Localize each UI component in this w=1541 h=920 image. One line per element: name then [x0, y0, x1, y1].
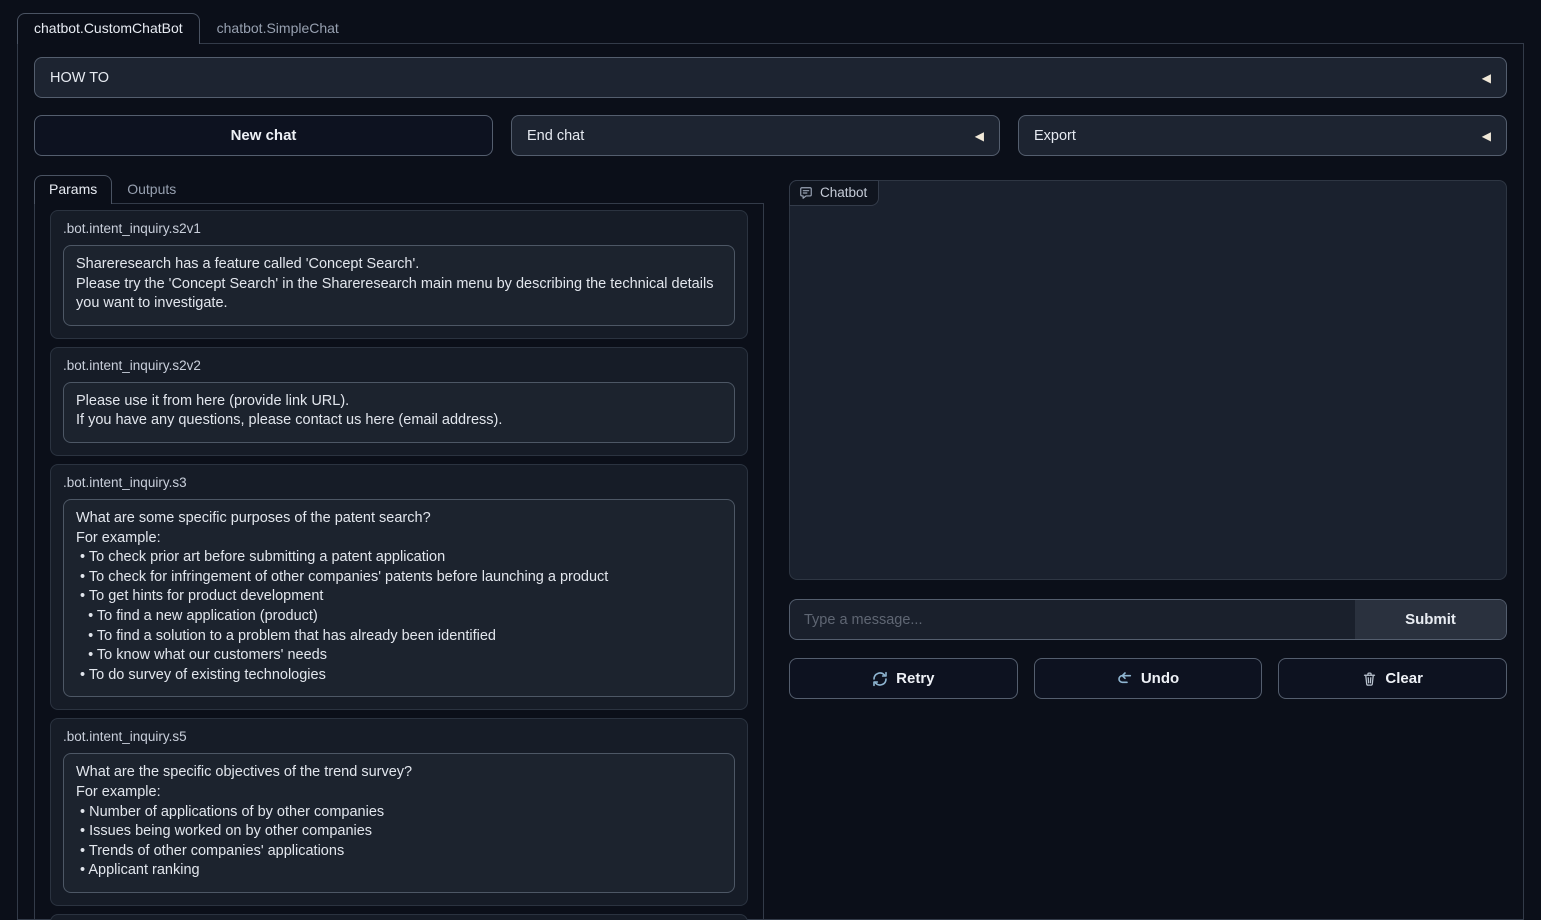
retry-button[interactable]: Retry	[789, 658, 1018, 699]
tab-custom-chatbot[interactable]: chatbot.CustomChatBot	[17, 13, 200, 44]
message-input[interactable]	[790, 600, 1355, 639]
param-group-s2v2: .bot.intent_inquiry.s2v2 Please use it f…	[50, 347, 748, 456]
param-group-s9: .bot.intent_inquiry.s9	[50, 914, 748, 920]
howto-label: HOW TO	[50, 70, 109, 86]
undo-icon	[1117, 671, 1133, 687]
clear-label: Clear	[1385, 670, 1423, 687]
new-chat-button[interactable]: New chat	[34, 115, 493, 156]
end-chat-label: End chat	[527, 128, 584, 144]
param-label: .bot.intent_inquiry.s3	[63, 475, 735, 490]
param-textbox[interactable]: Please use it from here (provide link UR…	[63, 382, 735, 443]
main-tab-content: HOW TO ◀ New chat End chat ◀ Export ◀ Pa…	[17, 44, 1524, 920]
main-tabbar: chatbot.CustomChatBot chatbot.SimpleChat	[17, 13, 1524, 44]
param-textbox[interactable]: Shareresearch has a feature called 'Conc…	[63, 245, 735, 326]
param-group-s3: .bot.intent_inquiry.s3 What are some spe…	[50, 464, 748, 710]
param-group-s2v1: .bot.intent_inquiry.s2v1 Shareresearch h…	[50, 210, 748, 339]
export-label: Export	[1034, 128, 1076, 144]
undo-button[interactable]: Undo	[1034, 658, 1263, 699]
message-input-group: Submit	[789, 599, 1507, 640]
chatbot-label-text: Chatbot	[820, 185, 867, 200]
content-columns: Params Outputs .bot.intent_inquiry.s2v1 …	[34, 174, 1507, 920]
accordion-collapsed-icon: ◀	[975, 130, 984, 142]
param-group-s5: .bot.intent_inquiry.s5 What are the spec…	[50, 718, 748, 906]
tab-params[interactable]: Params	[34, 175, 112, 204]
param-label: .bot.intent_inquiry.s2v1	[63, 221, 735, 236]
clear-icon	[1362, 671, 1377, 687]
accordion-collapsed-icon: ◀	[1482, 72, 1491, 84]
param-label: .bot.intent_inquiry.s2v2	[63, 358, 735, 373]
chatbot-panel: Chatbot	[789, 180, 1507, 580]
tab-simple-chat[interactable]: chatbot.SimpleChat	[200, 13, 356, 44]
chat-actions-row: Retry Undo	[789, 658, 1507, 699]
accordion-collapsed-icon: ◀	[1482, 130, 1491, 142]
howto-accordion[interactable]: HOW TO ◀	[34, 57, 1507, 98]
param-label: .bot.intent_inquiry.s5	[63, 729, 735, 744]
undo-label: Undo	[1141, 670, 1179, 687]
export-accordion[interactable]: Export ◀	[1018, 115, 1507, 156]
submit-button[interactable]: Submit	[1355, 600, 1506, 639]
chatbot-panel-label: Chatbot	[789, 180, 879, 206]
end-chat-accordion[interactable]: End chat ◀	[511, 115, 1000, 156]
chat-column: Chatbot Submit Retry	[789, 174, 1507, 920]
app-window: chatbot.CustomChatBot chatbot.SimpleChat…	[0, 0, 1541, 920]
params-tabbar: Params Outputs	[34, 174, 764, 204]
param-textbox[interactable]: What are some specific purposes of the p…	[63, 499, 735, 697]
param-textbox[interactable]: What are the specific objectives of the …	[63, 753, 735, 893]
retry-label: Retry	[896, 670, 934, 687]
chatbot-icon	[799, 186, 813, 200]
toolbar-row: New chat End chat ◀ Export ◀	[34, 115, 1507, 156]
clear-button[interactable]: Clear	[1278, 658, 1507, 699]
retry-icon	[872, 671, 888, 687]
tab-outputs[interactable]: Outputs	[112, 175, 191, 204]
params-column: Params Outputs .bot.intent_inquiry.s2v1 …	[34, 174, 764, 920]
params-tab-content: .bot.intent_inquiry.s2v1 Shareresearch h…	[34, 204, 764, 920]
